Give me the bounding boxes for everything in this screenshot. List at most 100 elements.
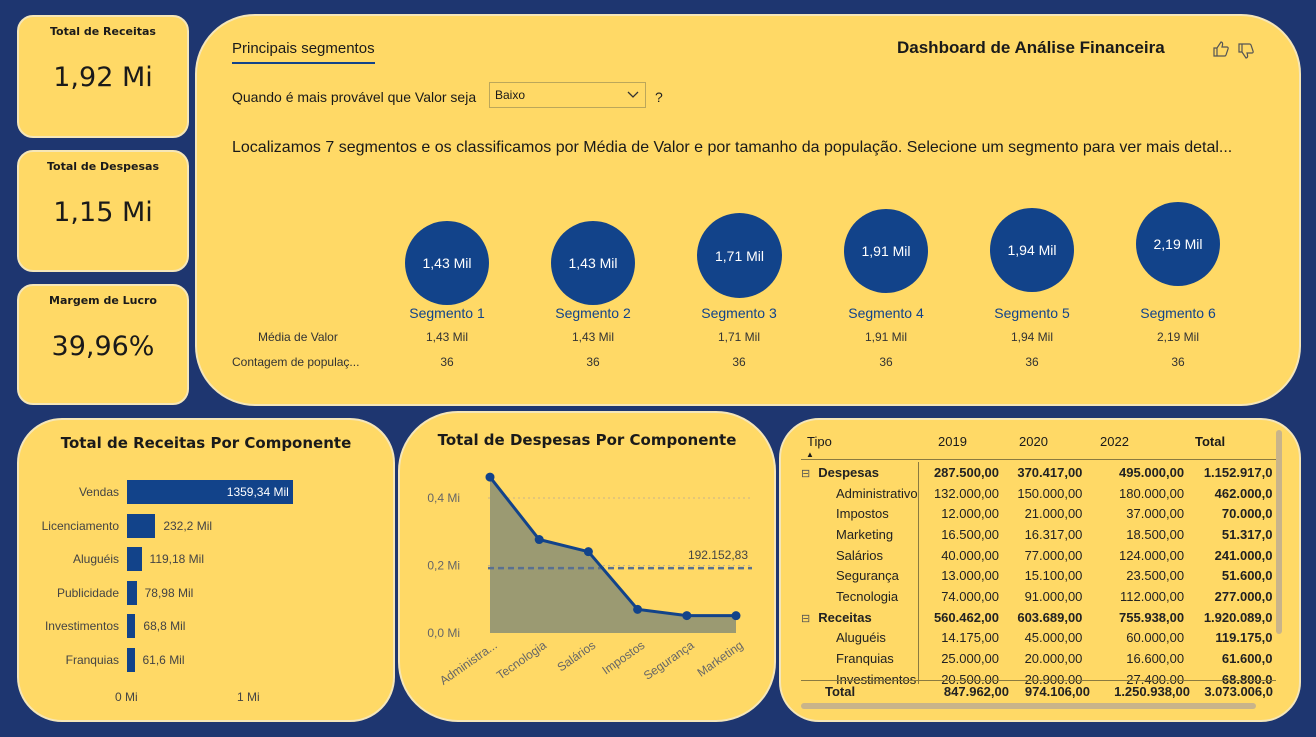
horizontal-scrollbar[interactable]	[801, 703, 1256, 709]
segment-name[interactable]: Segmento 2	[533, 305, 653, 321]
bar[interactable]	[127, 547, 142, 572]
matrix-cell: 18.500,00	[1126, 526, 1185, 542]
data-point[interactable]	[633, 604, 643, 614]
segment-name[interactable]: Segmento 4	[826, 305, 946, 321]
dashboard-title: Dashboard de Análise Financeira	[897, 38, 1165, 57]
thumbs-down-icon[interactable]	[1237, 42, 1255, 65]
data-point[interactable]	[583, 547, 593, 557]
kpi-value: 1,92 Mi	[53, 62, 153, 93]
row-label-mean: Média de Valor	[258, 330, 338, 344]
question-suffix: ?	[655, 89, 663, 105]
dropdown-selected: Baixo	[495, 88, 526, 102]
header-2022[interactable]: 2022	[1100, 434, 1129, 449]
vertical-scrollbar[interactable]	[1276, 430, 1282, 634]
row-label: Salários	[836, 547, 883, 563]
data-point[interactable]	[731, 611, 741, 621]
tab-principais-segmentos[interactable]: Principais segmentos	[232, 40, 375, 64]
matrix-cell: 1.152.917,0	[1203, 464, 1273, 480]
bar-category-label: Aluguéis	[72, 552, 119, 567]
segment-name[interactable]: Segmento 3	[679, 305, 799, 321]
segment-bubble[interactable]: 1,43 Mil	[405, 221, 489, 305]
segment-name[interactable]: Segmento 6	[1118, 305, 1238, 321]
matrix-cell: 25.000,00	[941, 651, 1000, 667]
matrix-header-line	[801, 459, 1276, 460]
matrix-cell: 13.000,00	[941, 568, 1000, 584]
kpi-title: Total de Despesas	[46, 160, 160, 173]
matrix-row[interactable]: Impostos 12.000,00 21.000,00 37.000,00 70.00…	[801, 503, 1276, 525]
matrix-card: Tipo ▲ 2019 2020 2022 Total ⊟ Despesas 287…	[779, 418, 1301, 722]
bar-category-label: Publicidade	[56, 585, 119, 600]
bar[interactable]	[127, 580, 137, 605]
matrix-cell: 60.000,00	[1126, 630, 1185, 646]
x-tick-label: 1 Mi	[237, 690, 260, 704]
header-2020[interactable]: 2020	[1019, 434, 1048, 449]
collapse-icon[interactable]: ⊟	[801, 613, 810, 625]
matrix-row[interactable]: Tecnologia 74.000,00 91.000,00 112.000,00 27…	[801, 586, 1276, 607]
matrix-row[interactable]: Administrativo 132.000,00 150.000,00 180.00…	[801, 482, 1276, 504]
matrix-cell: 603.689,00	[1017, 609, 1083, 625]
matrix-cell: 16.600,00	[1126, 651, 1185, 667]
segment-name[interactable]: Segmento 5	[972, 305, 1092, 321]
segment-name[interactable]: Segmento 1	[387, 305, 507, 321]
y-tick-label: 0,2 Mi	[427, 559, 460, 573]
matrix-row[interactable]: Salários 40.000,00 77.000,00 124.000,00 241.…	[801, 544, 1276, 566]
segment-count: 36	[440, 355, 454, 369]
kpi-card-receitas[interactable]: Total de Receitas 1,92 Mi	[17, 15, 189, 138]
segment-bubble[interactable]: 1,43 Mil	[551, 221, 635, 305]
matrix-cell: 23.500,00	[1126, 568, 1185, 584]
data-point[interactable]	[534, 535, 544, 545]
bar-data-label: 78,98 Mil	[144, 585, 194, 600]
bar[interactable]	[127, 648, 135, 672]
matrix-cell: 16.500,00	[941, 526, 1000, 542]
matrix-cell: 21.000,00	[1024, 506, 1083, 522]
matrix-cell: 277.000,0	[1214, 588, 1273, 604]
segment-bubble[interactable]: 1,94 Mil	[990, 208, 1074, 292]
matrix-row[interactable]: Aluguéis 14.175,00 45.000,00 60.000,00 119.1…	[801, 627, 1276, 649]
tab-label: Principais segmentos	[232, 40, 375, 57]
segment-bubble[interactable]: 2,19 Mil	[1136, 202, 1220, 286]
matrix-cell: 287.500,00	[933, 464, 1000, 480]
matrix-total-row: Total 847.962,00 974.106,00 1.250.938,00…	[801, 682, 1276, 702]
header-tipo[interactable]: Tipo	[807, 434, 832, 449]
matrix-row[interactable]: Marketing 16.500,00 16.317,00 18.500,00 51.3…	[801, 524, 1276, 545]
matrix-cell: 37.000,00	[1126, 506, 1185, 522]
kpi-card-margem[interactable]: Margem de Lucro 39,96%	[17, 284, 189, 405]
matrix-cell: 462.000,0	[1214, 485, 1273, 501]
matrix-cell: 77.000,00	[1024, 547, 1083, 563]
receitas-chart-card: Total de Receitas Por Componente Vendas 1…	[17, 418, 395, 722]
sort-icon[interactable]: ▲	[806, 450, 814, 459]
segment-count: 36	[1025, 355, 1039, 369]
matrix-table: ⊟ Despesas 287.500,00 370.417,00 495.000,00 1…	[801, 462, 1276, 684]
collapse-icon[interactable]: ⊟	[801, 468, 810, 480]
matrix-cell: 51.600,0	[1221, 568, 1273, 584]
kpi-card-despesas[interactable]: Total de Despesas 1,15 Mi	[17, 150, 189, 272]
bar[interactable]	[127, 513, 156, 538]
bar-category-label: Vendas	[78, 485, 119, 499]
matrix-row[interactable]: Franquias 25.000,00 20.000,00 16.600,00 61.6…	[801, 648, 1276, 669]
segment-bubble[interactable]: 1,71 Mil	[697, 213, 782, 298]
segment-bubble[interactable]: 1,91 Mil	[844, 209, 928, 293]
matrix-cell: 16.317,00	[1024, 526, 1083, 542]
row-label: Administrativo	[836, 485, 918, 501]
header-2019[interactable]: 2019	[938, 434, 967, 449]
value-dropdown[interactable]: Baixo	[489, 82, 646, 108]
matrix-row[interactable]: Segurança 13.000,00 15.100,00 23.500,00 51.6…	[801, 565, 1276, 587]
matrix-total-line	[801, 680, 1276, 681]
header-total[interactable]: Total	[1195, 434, 1225, 449]
total-value: 1.250.938,00	[1114, 684, 1190, 699]
matrix-cell: 12.000,00	[941, 506, 1000, 522]
data-point[interactable]	[485, 472, 495, 482]
bar[interactable]	[127, 614, 136, 639]
matrix-cell: 74.000,00	[941, 588, 1000, 604]
matrix-cell: 14.175,00	[941, 630, 1000, 646]
data-point[interactable]	[682, 611, 692, 621]
y-tick-label: 0,4 Mi	[427, 491, 460, 505]
matrix-group-row[interactable]: ⊟ Despesas 287.500,00 370.417,00 495.000,00 1…	[801, 462, 1276, 483]
matrix-cell: 755.938,00	[1119, 609, 1185, 625]
matrix-body: ⊟ Despesas 287.500,00 370.417,00 495.000,00 1…	[801, 462, 1276, 684]
bar-data-label: 61,6 Mil	[142, 653, 185, 667]
matrix-group-row[interactable]: ⊟ Receitas 560.462,00 603.689,00 755.938,00 1…	[801, 606, 1276, 628]
bar-data-label: 232,2 Mil	[163, 518, 213, 533]
bar-category-label: Franquias	[65, 653, 119, 667]
thumbs-up-icon[interactable]	[1212, 40, 1230, 63]
